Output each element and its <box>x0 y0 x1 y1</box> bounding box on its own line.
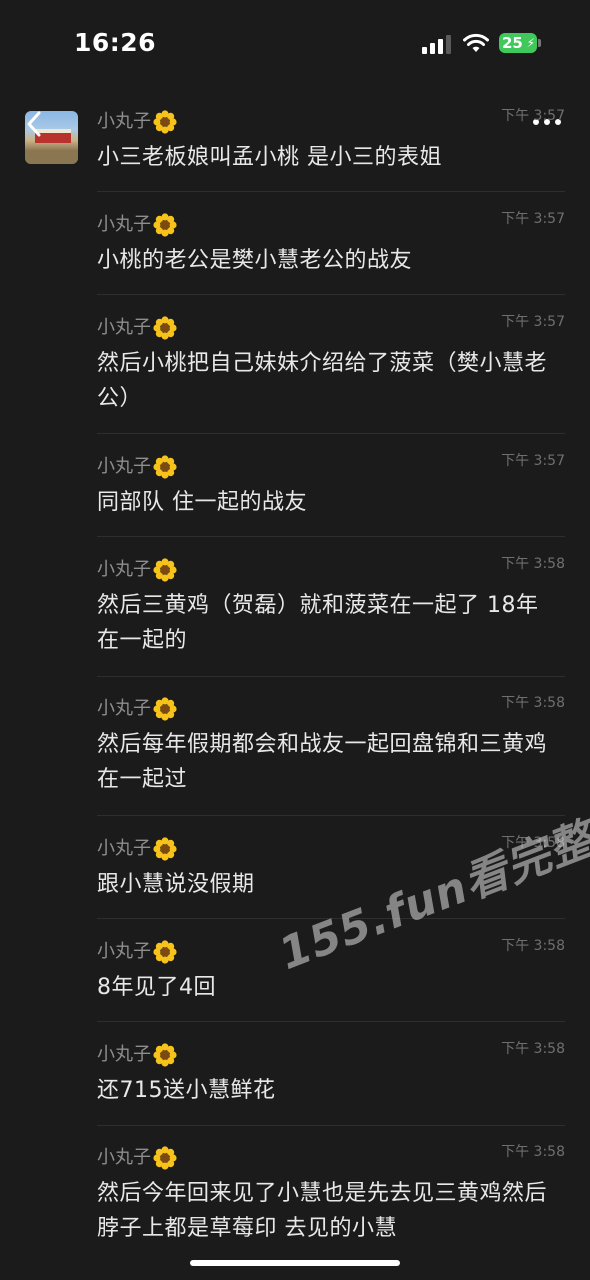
message-text: 还715送小慧鲜花 <box>97 1078 276 1103</box>
message-time: 下午 3:57 <box>501 211 565 227</box>
message-divider <box>97 815 565 816</box>
message-text: 小桃的老公是樊小慧老公的战友 <box>97 248 413 273</box>
sender-name: 小丸子 <box>97 837 177 861</box>
message-time: 下午 3:58 <box>501 938 565 954</box>
battery-charging-icon: 25 ⚡ <box>499 33 537 53</box>
message-time: 下午 3:58 <box>501 556 565 572</box>
message-item[interactable]: 小丸子 下午 3:57 小桃的老公是樊小慧老公的战友 <box>97 211 565 278</box>
message-item[interactable]: 小丸子 下午 3:58 然后三黄鸡（贺磊）就和菠菜在一起了 18年在一起的 <box>97 556 565 658</box>
message-text: 小三老板娘叫孟小桃 是小三的表姐 <box>97 145 442 170</box>
message-time: 下午 3:57 <box>501 453 565 469</box>
message-text: 同部队 住一起的战友 <box>97 490 307 515</box>
sender-name: 小丸子 <box>97 316 177 340</box>
sender-name: 小丸子 <box>97 110 177 134</box>
message-item[interactable]: 小丸子 下午 3:57 小三老板娘叫孟小桃 是小三的表姐 <box>97 108 565 175</box>
message-divider <box>97 1021 565 1022</box>
status-time: 16:26 <box>74 28 157 57</box>
message-time: 下午 3:58 <box>501 695 565 711</box>
sender-name: 小丸子 <box>97 1043 177 1067</box>
message-divider <box>97 191 565 192</box>
sunflower-emoji-icon <box>153 697 177 721</box>
chevron-left-icon[interactable] <box>24 110 44 138</box>
home-indicator[interactable] <box>190 1260 400 1266</box>
message-text: 8年见了4回 <box>97 975 216 1000</box>
message-time: 下午 3:57 <box>501 108 565 124</box>
message-time: 下午 3:58 <box>501 1041 565 1057</box>
sender-name: 小丸子 <box>97 558 177 582</box>
sender-name: 小丸子 <box>97 1146 177 1170</box>
avatar-ground-shape <box>25 150 78 164</box>
message-text: 然后三黄鸡（贺磊）就和菠菜在一起了 18年在一起的 <box>97 593 539 653</box>
message-text: 然后每年假期都会和战友一起回盘锦和三黄鸡在一起过 <box>97 732 548 792</box>
sender-name: 小丸子 <box>97 455 177 479</box>
message-item[interactable]: 小丸子 下午 3:58 然后今年回来见了小慧也是先去见三黄鸡然后脖子上都是草莓印… <box>97 1144 565 1246</box>
message-time: 下午 3:57 <box>501 314 565 330</box>
wifi-icon <box>463 33 489 52</box>
sender-name: 小丸子 <box>97 213 177 237</box>
sender-name: 小丸子 <box>97 940 177 964</box>
cellular-signal-icon <box>422 35 451 54</box>
message-divider <box>97 1125 565 1126</box>
message-time: 下午 3:58 <box>501 1144 565 1160</box>
status-bar: 16:26 25 ⚡ <box>0 0 590 90</box>
sunflower-emoji-icon <box>153 1146 177 1170</box>
sunflower-emoji-icon <box>153 558 177 582</box>
sunflower-emoji-icon <box>153 455 177 479</box>
message-item[interactable]: 小丸子 下午 3:58 还715送小慧鲜花 <box>97 1041 565 1108</box>
message-text: 然后小桃把自己妹妹介绍给了菠菜（樊小慧老公） <box>97 351 548 411</box>
message-text: 然后今年回来见了小慧也是先去见三黄鸡然后脖子上都是草莓印 去见的小慧 <box>97 1181 548 1241</box>
battery-tip <box>538 39 541 47</box>
message-item[interactable]: 小丸子 下午 3:57 然后小桃把自己妹妹介绍给了菠菜（樊小慧老公） <box>97 314 565 416</box>
message-divider <box>97 433 565 434</box>
message-divider <box>97 536 565 537</box>
message-divider <box>97 676 565 677</box>
sunflower-emoji-icon <box>153 837 177 861</box>
sunflower-emoji-icon <box>153 316 177 340</box>
sunflower-emoji-icon <box>153 213 177 237</box>
message-item[interactable]: 小丸子 下午 3:57 同部队 住一起的战友 <box>97 453 565 520</box>
sender-name: 小丸子 <box>97 697 177 721</box>
sunflower-emoji-icon <box>153 1043 177 1067</box>
bolt-icon: ⚡ <box>526 36 535 50</box>
message-item[interactable]: 小丸子 下午 3:58 然后每年假期都会和战友一起回盘锦和三黄鸡在一起过 <box>97 695 565 797</box>
message-divider <box>97 294 565 295</box>
battery-level: 25 <box>502 34 523 52</box>
sunflower-emoji-icon <box>153 940 177 964</box>
sunflower-emoji-icon <box>153 110 177 134</box>
